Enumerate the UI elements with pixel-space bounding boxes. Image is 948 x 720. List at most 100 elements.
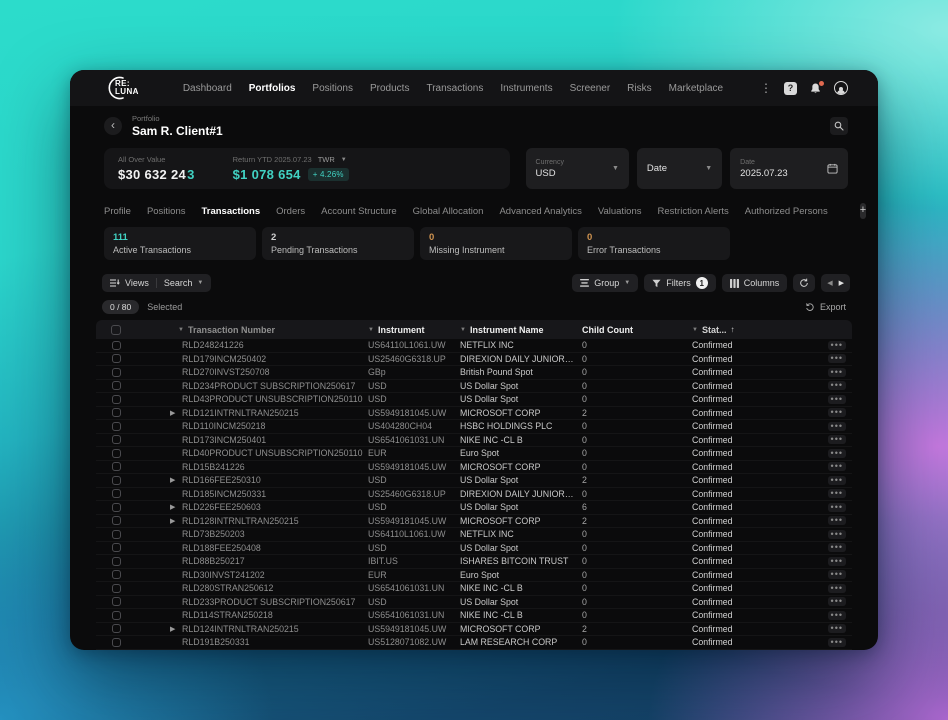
row-actions-icon[interactable]: ••• <box>827 610 846 620</box>
nav-item-risks[interactable]: Risks <box>627 83 651 94</box>
account-icon[interactable] <box>834 81 848 95</box>
tab-restriction-alerts[interactable]: Restriction Alerts <box>658 206 729 217</box>
row-actions-icon[interactable]: ••• <box>827 597 846 607</box>
prev-page-icon[interactable]: ◀ <box>827 279 832 287</box>
table-row[interactable]: RLD173INCM250401 US6541061031.UN NIKE IN… <box>96 434 852 447</box>
row-actions-icon[interactable]: ••• <box>827 543 846 553</box>
row-checkbox[interactable] <box>111 597 121 607</box>
tab-positions[interactable]: Positions <box>147 206 186 217</box>
columns-button[interactable]: Columns <box>721 274 788 292</box>
table-row[interactable]: RLD40PRODUCT UNSUBSCRIPTION250110 EUR Eu… <box>96 447 852 461</box>
summary-card-active-transactions[interactable]: 111 Active Transactions <box>104 227 256 260</box>
summary-card-pending-transactions[interactable]: 2 Pending Transactions <box>262 227 414 260</box>
twr-selector[interactable]: TWR <box>318 155 335 164</box>
row-checkbox[interactable] <box>111 394 121 404</box>
row-actions-icon[interactable]: ••• <box>827 435 846 445</box>
date-mode-select[interactable]: Date ▼ <box>636 148 723 189</box>
brand-logo[interactable]: RE: LUNA <box>106 75 139 101</box>
row-actions-icon[interactable]: ••• <box>827 570 846 580</box>
views-search-button[interactable]: Views Search ▼ <box>102 274 212 292</box>
row-actions-icon[interactable]: ••• <box>827 354 846 364</box>
sort-caret-icon[interactable]: ▼ <box>692 327 698 333</box>
row-checkbox[interactable] <box>111 570 121 580</box>
notifications-bell-icon[interactable] <box>809 80 824 95</box>
help-icon[interactable]: ? <box>784 81 797 95</box>
table-row[interactable]: ▶ RLD121INTRNLTRAN250215 US5949181045.UW … <box>96 407 852 420</box>
currency-select[interactable]: Currency USD ▼ <box>525 148 629 189</box>
select-all-checkbox[interactable] <box>111 324 121 335</box>
row-checkbox[interactable] <box>111 516 121 526</box>
chevron-down-icon[interactable]: ▼ <box>341 157 347 163</box>
back-button[interactable]: ‹ <box>104 117 122 135</box>
nav-item-screener[interactable]: Screener <box>570 83 611 94</box>
row-checkbox[interactable] <box>111 502 121 512</box>
table-row[interactable]: RLD270INVST250708 GBp British Pound Spot… <box>96 366 852 380</box>
table-row[interactable]: RLD15B241226 US5949181045.UW MICROSOFT C… <box>96 461 852 474</box>
row-actions-icon[interactable]: ••• <box>827 408 846 418</box>
table-row[interactable]: RLD179INCM250402 US25460G6318.UP DIREXIO… <box>96 353 852 366</box>
row-checkbox[interactable] <box>111 408 121 418</box>
col-instrument-name[interactable]: ▼ Instrument Name <box>460 325 582 335</box>
nav-item-instruments[interactable]: Instruments <box>500 83 552 94</box>
row-actions-icon[interactable]: ••• <box>827 367 846 377</box>
col-status[interactable]: ▼ Stat... ↑ <box>668 325 818 335</box>
row-checkbox[interactable] <box>111 421 121 431</box>
table-row[interactable]: RLD114STRAN250218 US6541061031.UN NIKE I… <box>96 609 852 623</box>
row-actions-icon[interactable]: ••• <box>827 448 846 458</box>
nav-item-transactions[interactable]: Transactions <box>426 83 483 94</box>
row-checkbox[interactable] <box>111 556 121 566</box>
kebab-menu-icon[interactable]: ⋮ <box>760 81 772 95</box>
expand-arrow-icon[interactable]: ▶ <box>170 409 175 417</box>
table-row[interactable]: RLD43PRODUCT UNSUBSCRIPTION250110 USD US… <box>96 393 852 407</box>
tab-account-structure[interactable]: Account Structure <box>321 206 397 217</box>
nav-item-marketplace[interactable]: Marketplace <box>669 83 723 94</box>
row-checkbox[interactable] <box>111 489 121 499</box>
group-button[interactable]: Group ▼ <box>572 274 639 292</box>
table-row[interactable]: ▶ RLD124INTRNLTRAN250215 US5949181045.UW … <box>96 623 852 636</box>
row-actions-icon[interactable]: ••• <box>827 421 846 431</box>
table-row[interactable]: ▶ RLD166FEE250310 USD US Dollar Spot 2 Co… <box>96 474 852 488</box>
row-checkbox[interactable] <box>111 583 121 593</box>
row-actions-icon[interactable]: ••• <box>827 489 846 499</box>
table-row[interactable]: RLD234PRODUCT SUBSCRIPTION250617 USD US … <box>96 380 852 393</box>
table-row[interactable]: RLD30INVST241202 EUR Euro Spot 0 Confirm… <box>96 569 852 582</box>
table-row[interactable]: RLD110INCM250218 US404280CH04 HSBC HOLDI… <box>96 420 852 434</box>
expand-arrow-icon[interactable]: ▶ <box>170 625 175 633</box>
table-row[interactable]: RLD185INCM250331 US25460G6318.UP DIREXIO… <box>96 488 852 501</box>
tab-profile[interactable]: Profile <box>104 206 131 217</box>
add-tab-button[interactable]: + <box>859 203 867 219</box>
row-actions-icon[interactable]: ••• <box>827 529 846 539</box>
export-button[interactable]: Export <box>805 302 846 312</box>
table-row[interactable]: RLD233PRODUCT SUBSCRIPTION250617 USD US … <box>96 596 852 609</box>
row-actions-icon[interactable]: ••• <box>827 624 846 634</box>
tab-valuations[interactable]: Valuations <box>598 206 642 217</box>
row-actions-icon[interactable]: ••• <box>827 394 846 404</box>
tab-orders[interactable]: Orders <box>276 206 305 217</box>
row-actions-icon[interactable]: ••• <box>827 556 846 566</box>
row-actions-icon[interactable]: ••• <box>827 475 846 485</box>
tab-global-allocation[interactable]: Global Allocation <box>413 206 484 217</box>
row-checkbox[interactable] <box>111 435 121 445</box>
row-checkbox[interactable] <box>111 543 121 553</box>
row-checkbox[interactable] <box>111 462 121 472</box>
sort-ascending-icon[interactable]: ↑ <box>730 325 734 334</box>
search-button[interactable] <box>830 117 848 135</box>
nav-item-portfolios[interactable]: Portfolios <box>249 83 296 94</box>
table-row[interactable]: ▶ RLD226FEE250603 USD US Dollar Spot 6 Co… <box>96 501 852 515</box>
row-checkbox[interactable] <box>111 475 121 485</box>
row-actions-icon[interactable]: ••• <box>827 381 846 391</box>
summary-card-missing-instrument[interactable]: 0 Missing Instrument <box>420 227 572 260</box>
next-page-icon[interactable]: ▶ <box>839 279 844 287</box>
date-field[interactable]: Date 2025.07.23 <box>730 148 848 189</box>
tab-transactions[interactable]: Transactions <box>202 206 261 217</box>
sort-caret-icon[interactable]: ▼ <box>178 327 184 333</box>
tab-authorized-persons[interactable]: Authorized Persons <box>745 206 828 217</box>
sort-caret-icon[interactable]: ▼ <box>460 327 466 333</box>
row-checkbox[interactable] <box>111 381 121 391</box>
table-row[interactable]: RLD88B250217 IBIT.US ISHARES BITCOIN TRU… <box>96 555 852 569</box>
filters-button[interactable]: Filters 1 <box>644 274 716 292</box>
row-checkbox[interactable] <box>111 610 121 620</box>
table-row[interactable]: RLD188FEE250408 USD US Dollar Spot 0 Con… <box>96 542 852 555</box>
table-row[interactable]: RLD191B250331 US5128071082.UW LAM RESEAR… <box>96 636 852 650</box>
row-actions-icon[interactable]: ••• <box>827 340 846 350</box>
